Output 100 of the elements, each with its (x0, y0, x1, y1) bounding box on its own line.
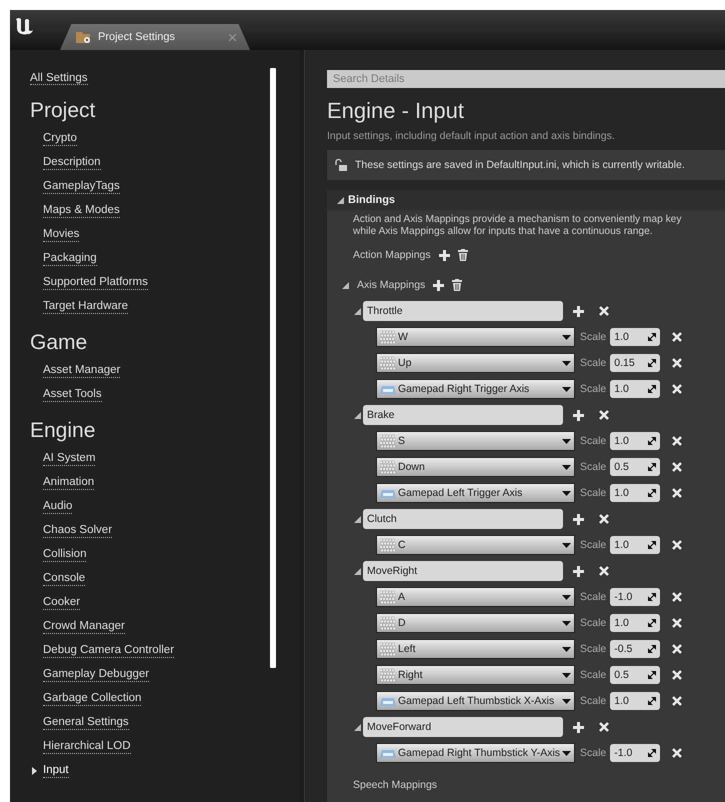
plus-icon[interactable] (573, 514, 584, 524)
delete-x-icon[interactable] (599, 410, 609, 420)
sidebar-item[interactable]: General Settings (43, 716, 129, 730)
delete-x-icon[interactable] (599, 722, 609, 732)
collapse-triangle-icon[interactable] (354, 568, 361, 574)
key-dropdown[interactable]: A (376, 587, 575, 607)
collapse-triangle-icon[interactable] (354, 724, 361, 730)
delete-x-icon[interactable] (672, 462, 682, 472)
delete-x-icon[interactable] (599, 306, 609, 316)
sidebar-item[interactable]: Crypto (43, 132, 77, 146)
delete-x-icon[interactable] (672, 436, 682, 446)
trash-icon[interactable] (452, 279, 462, 291)
delete-x-icon[interactable] (672, 488, 682, 498)
sidebar-item[interactable]: Movies (43, 228, 80, 242)
scale-label: Scale (580, 461, 606, 473)
key-dropdown[interactable]: Gamepad Left Thumbstick X-Axis (376, 691, 575, 711)
sidebar-item[interactable]: Maps & Modes (43, 204, 120, 218)
scale-field[interactable]: -1.0 (610, 744, 660, 762)
all-settings-link[interactable]: All Settings (30, 72, 88, 85)
delete-x-icon[interactable] (672, 332, 682, 342)
scale-field[interactable]: 1.0 (610, 692, 660, 710)
axis-name-field[interactable]: Throttle (363, 301, 563, 321)
sidebar-item[interactable]: Audio (43, 500, 72, 514)
sidebar-item[interactable]: Hierarchical LOD (43, 740, 131, 754)
page-description: Input settings, including default input action and axis bindings. (327, 130, 616, 142)
scrollbar[interactable] (270, 68, 276, 668)
delete-x-icon[interactable] (672, 748, 682, 758)
delete-x-icon[interactable] (599, 514, 609, 524)
scale-field[interactable]: 1.0 (610, 614, 660, 632)
scale-field[interactable]: -0.5 (610, 640, 660, 658)
plus-icon[interactable] (573, 410, 584, 420)
project-settings-tab[interactable]: Project Settings (60, 24, 250, 50)
keyboard-icon (380, 668, 396, 682)
sidebar-item[interactable]: Debug Camera Controller (43, 644, 174, 658)
scale-field[interactable]: 1.0 (610, 432, 660, 450)
sidebar-item[interactable]: Asset Tools (43, 388, 102, 402)
plus-icon[interactable] (438, 250, 450, 260)
sidebar-item[interactable]: Asset Manager (43, 364, 120, 378)
key-dropdown[interactable]: Left (376, 639, 575, 659)
sidebar-item[interactable]: Packaging (43, 252, 97, 266)
plus-icon[interactable] (573, 722, 584, 732)
key-dropdown[interactable]: D (376, 613, 575, 633)
sidebar-item[interactable]: Garbage Collection (43, 692, 142, 706)
sidebar-item[interactable]: Crowd Manager (43, 620, 125, 634)
axis-name-field[interactable]: Clutch (363, 509, 563, 529)
sidebar-item[interactable]: Chaos Solver (43, 524, 112, 538)
delete-x-icon[interactable] (672, 696, 682, 706)
key-dropdown[interactable]: S (376, 431, 575, 451)
collapse-triangle-icon[interactable] (354, 412, 361, 418)
plus-icon[interactable] (433, 280, 444, 290)
sidebar-item[interactable]: AI System (43, 452, 96, 466)
sidebar-item[interactable]: Supported Platforms (43, 276, 148, 290)
collapse-triangle-icon[interactable] (354, 516, 361, 522)
sidebar-item[interactable]: Console (43, 572, 86, 586)
search-field[interactable]: Search Details (327, 70, 725, 88)
delete-x-icon[interactable] (672, 618, 682, 628)
sidebar-item[interactable]: Target Hardware (43, 300, 128, 314)
delete-x-icon[interactable] (672, 670, 682, 680)
dropdown-caret-icon (562, 464, 571, 470)
key-dropdown[interactable]: Right (376, 665, 575, 685)
key-dropdown[interactable]: Up (376, 353, 575, 373)
sidebar-item[interactable]: Gameplay Debugger (43, 668, 150, 682)
key-dropdown[interactable]: Gamepad Right Trigger Axis (376, 379, 575, 399)
delete-x-icon[interactable] (672, 644, 682, 654)
scale-field[interactable]: 0.5 (610, 666, 660, 684)
section-heading: Game (30, 331, 88, 355)
collapse-triangle-icon[interactable] (337, 196, 344, 204)
keyboard-icon (380, 434, 396, 448)
plus-icon[interactable] (573, 566, 584, 576)
delete-x-icon[interactable] (672, 384, 682, 394)
axis-name-field[interactable]: MoveRight (363, 561, 563, 581)
delete-x-icon[interactable] (599, 566, 609, 576)
delete-x-icon[interactable] (672, 540, 682, 550)
sidebar-item[interactable]: Animation (43, 476, 94, 490)
delete-x-icon[interactable] (672, 592, 682, 602)
scale-field[interactable]: 1.0 (610, 536, 660, 554)
collapse-triangle-icon[interactable] (354, 308, 361, 314)
scale-field[interactable]: 1.0 (610, 484, 660, 502)
trash-icon[interactable] (458, 249, 468, 261)
sidebar-item[interactable]: Description (43, 156, 101, 170)
collapse-triangle-icon[interactable] (342, 282, 349, 288)
key-dropdown[interactable]: C (376, 535, 575, 555)
scale-field[interactable]: 1.0 (610, 380, 660, 398)
key-dropdown[interactable]: Down (376, 457, 575, 477)
key-dropdown[interactable]: Gamepad Right Thumbstick Y-Axis (376, 743, 575, 763)
scale-field[interactable]: 0.15 (610, 354, 660, 372)
sidebar-item[interactable]: Cooker (43, 596, 80, 610)
sidebar-item[interactable]: GameplayTags (43, 180, 120, 194)
plus-icon[interactable] (573, 306, 584, 316)
axis-mappings-label: Axis Mappings (357, 279, 426, 291)
sidebar-item[interactable]: Collision (43, 548, 86, 562)
delete-x-icon[interactable] (672, 358, 682, 368)
scale-field[interactable]: 0.5 (610, 458, 660, 476)
axis-name-field[interactable]: Brake (363, 405, 563, 425)
key-dropdown[interactable]: W (376, 327, 575, 347)
sidebar-item[interactable]: Input (43, 764, 69, 778)
key-dropdown[interactable]: Gamepad Left Trigger Axis (376, 483, 575, 503)
axis-name-field[interactable]: MoveForward (363, 717, 563, 737)
scale-field[interactable]: -1.0 (610, 588, 660, 606)
scale-field[interactable]: 1.0 (610, 328, 660, 346)
